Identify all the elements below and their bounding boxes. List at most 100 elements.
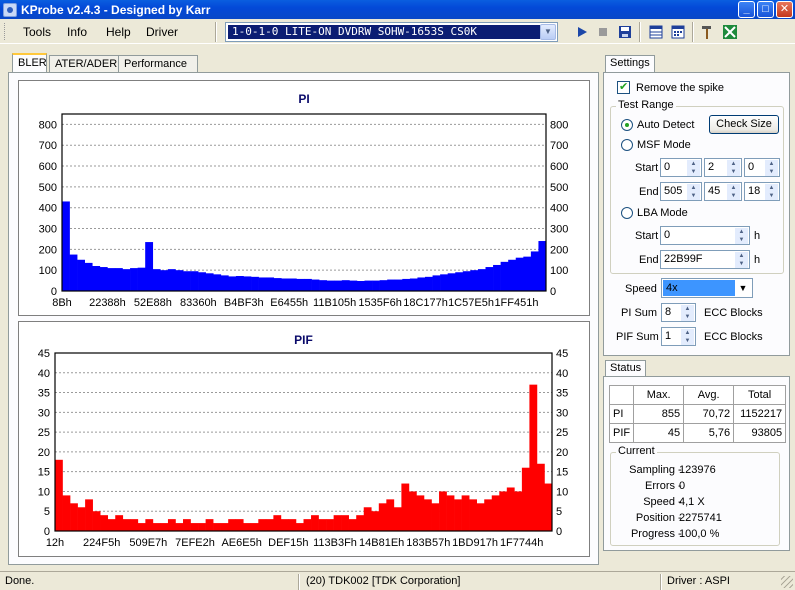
chart-bar [228, 519, 237, 531]
chart-bar [409, 278, 418, 291]
chart-bar [175, 523, 184, 531]
menu-help[interactable]: Help [106, 25, 131, 39]
tab-ater-ader[interactable]: ATER/ADER [49, 55, 119, 72]
pi-chart: PI 0 0 100 100 200 200 300 300 400 400 500 500 600 600… [18, 80, 590, 316]
pi-sum-input[interactable]: 8 ▲ ▼ [661, 303, 696, 322]
chart-bar [160, 523, 169, 531]
y-tick-label-right: 600 [550, 161, 568, 173]
stop-icon[interactable] [594, 23, 612, 41]
menu-driver[interactable]: Driver [146, 25, 178, 39]
x-tick-label: 12h [46, 537, 64, 549]
msf-start-sec[interactable]: 2 ▲ ▼ [704, 158, 742, 177]
play-icon[interactable] [573, 23, 591, 41]
tab-bler[interactable]: BLER [12, 53, 47, 73]
x-tick-label: 14B81Eh [359, 537, 404, 549]
chart-bar [500, 261, 509, 291]
chart-bar [461, 495, 470, 531]
status-table: Max. Avg. Total PI 855 70,72 1152217 PIF… [608, 385, 787, 443]
msf-end-label: End [639, 186, 659, 198]
chart-bar [349, 280, 358, 291]
chart-bar [258, 277, 267, 291]
pif-sum-input[interactable]: 1 ▲ ▼ [661, 327, 696, 346]
msf-start-frame[interactable]: 0 ▲ ▼ [744, 158, 780, 177]
y-tick-label: 35 [38, 388, 50, 400]
y-tick-label: 500 [39, 182, 57, 194]
chart-bar [213, 274, 222, 291]
chart-bar [183, 519, 191, 531]
chevron-down-icon[interactable]: ▼ [540, 24, 556, 40]
chevron-down-icon[interactable]: ▼ [735, 280, 751, 296]
maximize-button[interactable]: □ [757, 1, 774, 18]
status-tab[interactable]: Status [605, 360, 647, 377]
y-tick-label-right: 20 [556, 447, 568, 459]
y-tick-label: 700 [39, 140, 57, 152]
msf-end-frame[interactable]: 18 ▲ ▼ [744, 182, 780, 201]
title-bar: KProbe v2.4.3 - Designed by Karr _ □ ✕ [0, 0, 795, 19]
pif-chart-svg: PIF0 05 510 1015 1520 2025 2530 3035 3540 4045 451… [38, 333, 569, 549]
x-tick-label: 83360h [180, 297, 217, 309]
lba-mode-label: LBA Mode [637, 207, 688, 219]
chart-bar [167, 519, 176, 531]
minimize-button[interactable]: _ [738, 1, 755, 18]
drive-select[interactable]: 1-0-1-0 LITE-ON DVDRW SOHW-1653S CS0K ▼ [225, 22, 558, 42]
msf-end-min[interactable]: 505 ▲ ▼ [660, 182, 702, 201]
chart-bar [387, 279, 396, 291]
chart-bar [250, 523, 259, 531]
speed-status-value: 4,1 X [679, 496, 705, 508]
chart-bar [394, 279, 403, 291]
speed-select[interactable]: 4x ▼ [661, 278, 753, 298]
chart-bar [447, 273, 456, 291]
chart-bar [485, 267, 494, 291]
y-tick-label: 200 [39, 244, 57, 256]
check-size-button[interactable]: Check Size [709, 115, 779, 134]
remove-spike-checkbox[interactable] [617, 80, 630, 94]
menu-info[interactable]: Info [67, 25, 87, 39]
chart-bar [145, 242, 154, 291]
auto-detect-radio[interactable] [621, 119, 633, 131]
sampling-value: 123976 [679, 464, 716, 476]
y-tick-label-right: 800 [550, 119, 568, 131]
lba-start-label: Start [635, 230, 659, 242]
save-icon[interactable] [616, 23, 634, 41]
calendar-icon[interactable] [669, 23, 687, 41]
y-tick-label-right: 30 [556, 407, 568, 419]
toolbar-separator [215, 22, 217, 42]
resize-grip-icon[interactable] [781, 576, 793, 588]
chart-bar [304, 278, 312, 291]
speed-label: Speed [625, 283, 657, 295]
status-driver: Driver : ASPI [667, 575, 730, 587]
msf-end-sec[interactable]: 45 ▲ ▼ [704, 182, 742, 201]
chart-bar [311, 515, 319, 531]
settings-tab[interactable]: Settings [605, 55, 655, 72]
lba-start-input[interactable]: 0 ▲ ▼ [660, 226, 750, 245]
x-tick-label: 52E88h [134, 297, 172, 309]
y-tick-label-right: 400 [550, 203, 568, 215]
y-tick-label: 800 [39, 119, 57, 131]
msf-start-min[interactable]: 0 ▲ ▼ [660, 158, 702, 177]
status-separator [660, 574, 662, 590]
x-tick-label: 1BD917h [452, 537, 498, 549]
settings-panel: Remove the spike Test Range Auto Detect … [603, 72, 790, 356]
layout-icon[interactable] [647, 23, 665, 41]
chart-bar [454, 499, 462, 531]
lba-mode-radio[interactable] [621, 207, 633, 219]
x-tick-label: 1C57E5h [448, 297, 494, 309]
chart-bar [265, 519, 274, 531]
chart-bar [205, 519, 214, 531]
chart-bar [266, 277, 275, 291]
lba-end-label: End [639, 254, 659, 266]
tools-icon[interactable] [699, 23, 717, 41]
chart-bar [529, 384, 538, 531]
close-button[interactable]: ✕ [776, 1, 793, 18]
tab-performance[interactable]: Performance [118, 55, 198, 72]
chart-bar [122, 269, 131, 291]
lba-end-input[interactable]: 22B99F ▲ ▼ [660, 250, 750, 269]
msf-mode-radio[interactable] [621, 139, 633, 151]
chart-bar [145, 519, 154, 531]
chart-bar [235, 276, 244, 291]
exit-icon[interactable] [721, 23, 739, 41]
chart-bar [521, 467, 530, 531]
menu-tools[interactable]: Tools [23, 25, 51, 39]
chart-bar [364, 280, 373, 291]
pi-chart-svg: PI0 0100 100200 200300 300400 400500 500600 600… [39, 92, 569, 309]
